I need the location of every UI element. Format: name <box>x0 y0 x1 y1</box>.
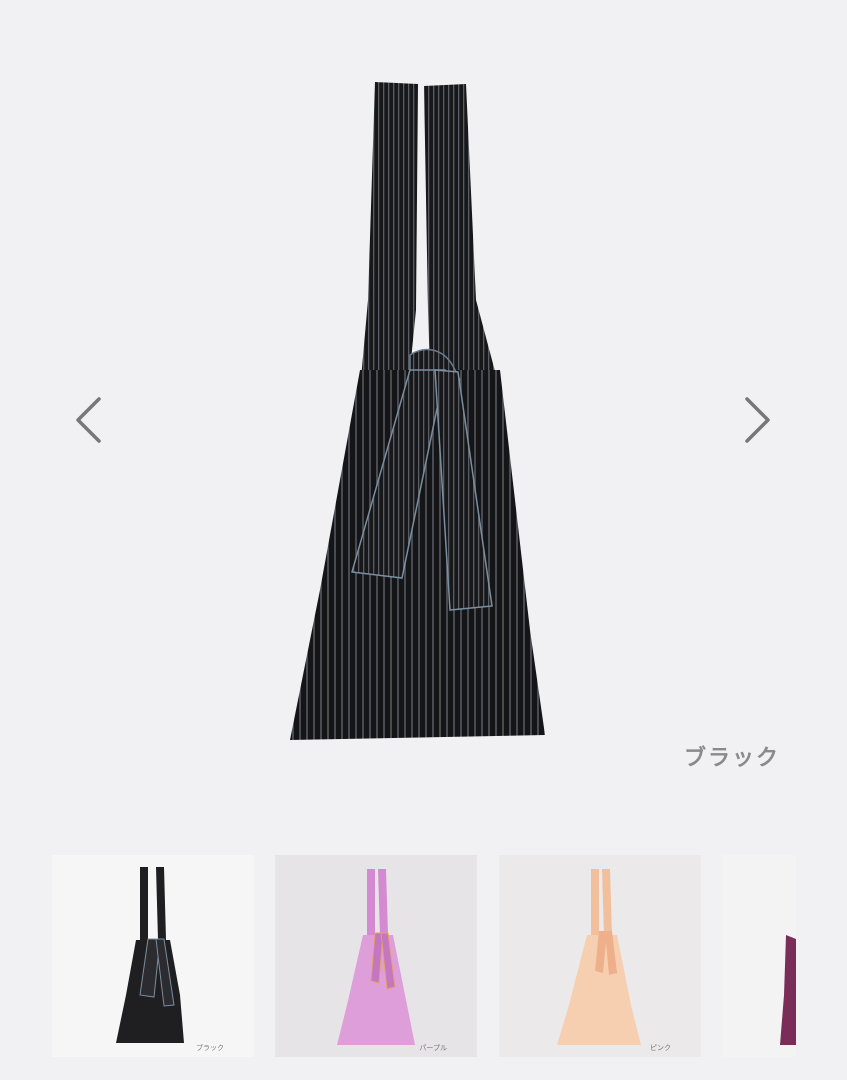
thumbnail-image <box>337 869 415 1045</box>
thumbnail-strip: ブラック パープル ピンク <box>0 855 847 1060</box>
thumbnail-partial[interactable] <box>722 855 796 1057</box>
thumbnail-label: パープル <box>419 1044 447 1052</box>
previous-image-button[interactable] <box>68 390 108 450</box>
thumbnail-image <box>780 935 796 1045</box>
thumbnail-image <box>116 867 184 1043</box>
thumbnail-image <box>557 869 641 1045</box>
chevron-right-icon <box>745 397 770 443</box>
selected-color-label: ブラック <box>683 746 780 771</box>
thumbnail-purple[interactable]: パープル <box>275 855 477 1057</box>
thumbnail-pink[interactable]: ピンク <box>499 855 701 1057</box>
chevron-left-icon <box>76 397 101 443</box>
thumbnail-label: ピンク <box>650 1044 671 1052</box>
thumbnail-label: ブラック <box>196 1044 224 1052</box>
next-image-button[interactable] <box>738 390 778 450</box>
thumbnail-black[interactable]: ブラック <box>52 855 254 1057</box>
product-image <box>290 82 545 740</box>
product-gallery: ブラック <box>0 0 847 820</box>
